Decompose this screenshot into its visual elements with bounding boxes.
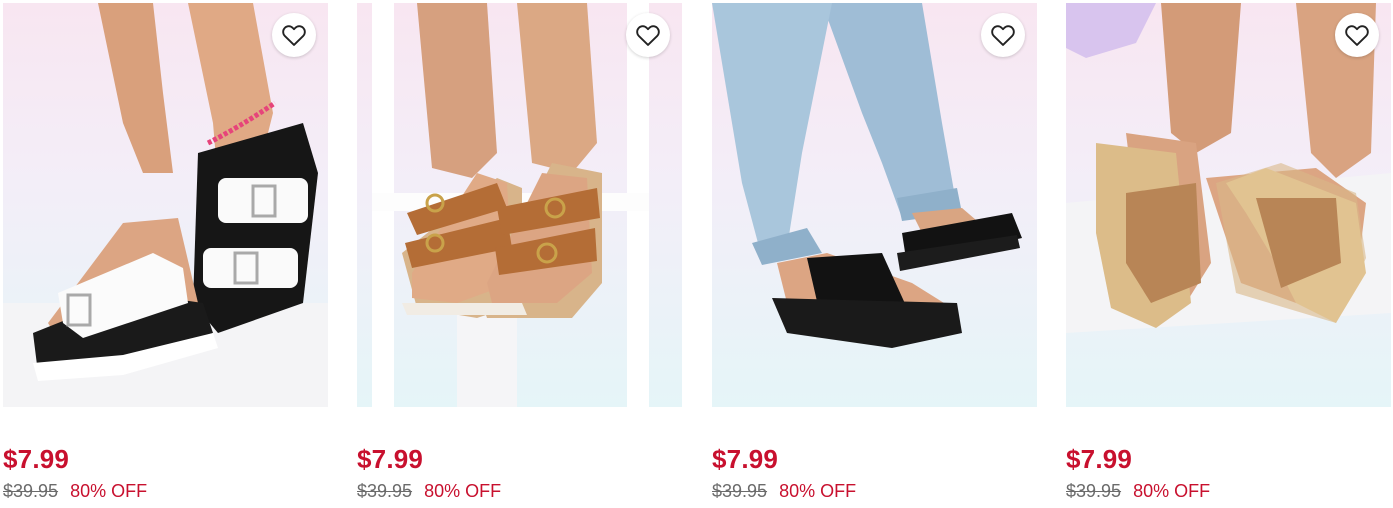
product-image[interactable] — [712, 3, 1037, 407]
sale-price: $7.99 — [1066, 444, 1133, 474]
favorite-button[interactable] — [626, 13, 670, 57]
heart-outline-icon — [1345, 25, 1369, 46]
product-card[interactable]: $7.99 $39.95 80% OFF — [712, 3, 1037, 508]
favorite-button[interactable] — [1335, 13, 1379, 57]
sale-price: $7.99 — [357, 444, 424, 474]
price-details: $39.95 80% OFF — [712, 481, 856, 502]
product-grid: $7.99 $39.95 80% OFF $7.99 $39.95 80% OF… — [0, 0, 1393, 508]
favorite-button[interactable] — [272, 13, 316, 57]
original-price: $39.95 — [1066, 481, 1122, 501]
price-details: $39.95 80% OFF — [357, 481, 501, 502]
product-photo — [3, 3, 328, 407]
product-photo — [1066, 3, 1391, 333]
sale-price: $7.99 — [712, 444, 779, 474]
product-photo — [712, 3, 1022, 348]
original-price: $39.95 — [3, 481, 59, 501]
discount-badge: 80% OFF — [424, 481, 502, 501]
product-card[interactable]: $7.99 $39.95 80% OFF — [357, 3, 682, 508]
heart-outline-icon — [991, 25, 1015, 46]
price-details: $39.95 80% OFF — [1066, 481, 1210, 502]
discount-badge: 80% OFF — [1133, 481, 1211, 501]
original-price: $39.95 — [357, 481, 413, 501]
discount-badge: 80% OFF — [70, 481, 148, 501]
product-image[interactable] — [3, 3, 328, 407]
product-image[interactable] — [1066, 3, 1391, 407]
discount-badge: 80% OFF — [779, 481, 857, 501]
favorite-button[interactable] — [981, 13, 1025, 57]
price-details: $39.95 80% OFF — [3, 481, 147, 502]
product-card[interactable]: $7.99 $39.95 80% OFF — [1066, 3, 1391, 508]
product-photo — [372, 3, 649, 407]
product-image[interactable] — [357, 3, 682, 407]
sale-price: $7.99 — [3, 444, 70, 474]
original-price: $39.95 — [712, 481, 768, 501]
product-card[interactable]: $7.99 $39.95 80% OFF — [3, 3, 328, 508]
heart-outline-icon — [636, 25, 660, 46]
heart-outline-icon — [282, 25, 306, 46]
